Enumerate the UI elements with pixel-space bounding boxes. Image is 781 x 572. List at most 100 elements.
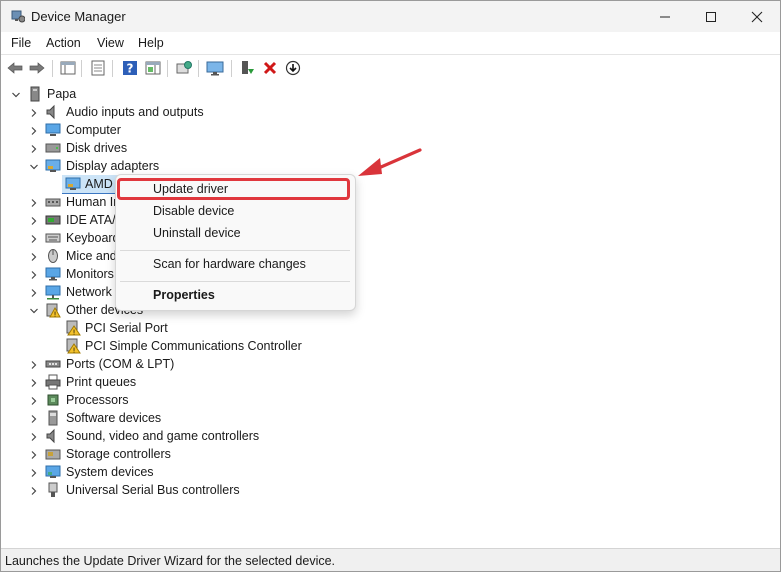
help-icon: ? <box>123 61 137 76</box>
chevron-right-icon[interactable] <box>29 431 39 441</box>
chevron-right-icon[interactable] <box>29 287 39 297</box>
help-button[interactable]: ? <box>121 59 139 77</box>
chevron-right-icon[interactable] <box>29 215 39 225</box>
tree-item-label: AMD <box>85 177 113 191</box>
svg-text:?: ? <box>127 62 134 76</box>
monitor-icon <box>206 61 224 76</box>
storage-icon <box>45 446 61 462</box>
network-icon <box>45 284 61 300</box>
context-menu-separator <box>120 281 350 282</box>
speaker-icon <box>45 428 61 444</box>
other-devices-icon: ! <box>45 302 61 319</box>
tree-item-label: Human Ir <box>66 195 118 209</box>
action-pane-button[interactable] <box>144 59 162 77</box>
forward-button[interactable] <box>28 59 46 77</box>
tree-item-label: System devices <box>66 465 154 479</box>
chevron-down-icon[interactable] <box>29 161 39 171</box>
software-icon <box>45 410 61 426</box>
tree-item-label: Universal Serial Bus controllers <box>66 483 240 497</box>
action-pane-icon <box>145 61 161 75</box>
cpu-icon <box>45 392 61 408</box>
warning-device-icon: ! <box>65 320 81 337</box>
back-button[interactable] <box>6 59 24 77</box>
chevron-right-icon[interactable] <box>29 125 39 135</box>
menu-scan-hardware[interactable]: Scan for hardware changes <box>153 257 306 271</box>
chevron-right-icon[interactable] <box>29 269 39 279</box>
download-icon <box>285 60 301 76</box>
ide-icon <box>45 212 61 228</box>
monitor-icon <box>45 266 61 282</box>
chevron-right-icon[interactable] <box>29 449 39 459</box>
hid-icon <box>45 194 61 210</box>
menu-help[interactable]: Help <box>138 36 164 50</box>
status-text: Launches the Update Driver Wizard for th… <box>5 554 336 568</box>
chevron-right-icon[interactable] <box>29 233 39 243</box>
svg-text:!: ! <box>54 311 57 319</box>
menu-file[interactable]: File <box>11 36 31 50</box>
tree-item-label: Display adapters <box>66 159 160 173</box>
chevron-right-icon[interactable] <box>29 197 39 207</box>
menu-action[interactable]: Action <box>46 36 81 50</box>
toolbar-separator <box>52 60 53 77</box>
minimize-button[interactable] <box>642 1 688 32</box>
tree-item-label: Software devices <box>66 411 162 425</box>
chevron-right-icon[interactable] <box>29 251 39 261</box>
menu-disable-device[interactable]: Disable device <box>153 204 234 218</box>
chevron-right-icon[interactable] <box>29 377 39 387</box>
menu-properties[interactable]: Properties <box>153 288 215 302</box>
enable-device-icon <box>242 61 254 74</box>
properties-button[interactable] <box>89 59 107 77</box>
speaker-icon <box>45 104 61 120</box>
tree-item-label: PCI Serial Port <box>85 321 168 335</box>
enable-device-button[interactable] <box>238 59 256 77</box>
toolbar-separator <box>167 60 168 77</box>
maximize-button[interactable] <box>688 1 734 32</box>
system-icon <box>45 464 61 480</box>
tree-item-label: Sound, video and game controllers <box>66 429 260 443</box>
warning-device-icon: ! <box>65 338 81 355</box>
tree-item-label: Ports (COM & LPT) <box>66 357 175 371</box>
menu-uninstall-device[interactable]: Uninstall device <box>153 226 241 240</box>
menu-view[interactable]: View <box>97 36 124 50</box>
chevron-right-icon[interactable] <box>29 107 39 117</box>
status-bar: Launches the Update Driver Wizard for th… <box>1 548 780 571</box>
uninstall-device-button[interactable] <box>261 59 279 77</box>
download-button[interactable] <box>284 59 302 77</box>
title-bar: Device Manager <box>1 1 780 32</box>
computer-icon <box>45 122 61 138</box>
uninstall-icon <box>263 61 277 75</box>
update-driver-highlight <box>117 178 350 200</box>
tree-item-label: Processors <box>66 393 129 407</box>
chevron-right-icon[interactable] <box>29 359 39 369</box>
usb-icon <box>45 482 61 498</box>
minimize-icon <box>660 16 670 17</box>
maximize-icon <box>706 11 716 22</box>
keyboard-icon <box>45 230 61 246</box>
properties-icon <box>91 60 105 76</box>
port-icon <box>45 356 61 372</box>
show-hide-console-tree-icon <box>60 61 76 75</box>
computer-tower-icon <box>27 86 43 102</box>
chevron-down-icon[interactable] <box>29 305 39 315</box>
chevron-right-icon[interactable] <box>29 467 39 477</box>
monitor-button[interactable] <box>206 59 224 77</box>
tree-item-label: Network a <box>66 285 123 299</box>
window-title: Device Manager <box>31 9 126 24</box>
svg-text:!: ! <box>73 329 76 337</box>
chevron-right-icon[interactable] <box>29 395 39 405</box>
display-icon <box>45 158 61 174</box>
chevron-down-icon[interactable] <box>11 89 21 99</box>
toolbar-separator <box>112 60 113 77</box>
mouse-icon <box>45 248 61 264</box>
tree-item-label: PCI Simple Communications Controller <box>85 339 302 353</box>
chevron-right-icon[interactable] <box>29 413 39 423</box>
close-button[interactable] <box>734 1 780 32</box>
chevron-right-icon[interactable] <box>29 485 39 495</box>
update-driver-icon <box>176 61 192 74</box>
scan-hardware-button[interactable] <box>175 59 193 77</box>
chevron-right-icon[interactable] <box>29 143 39 153</box>
console-tree-button[interactable] <box>59 59 77 77</box>
disk-icon <box>45 140 61 156</box>
tree-item-label: Computer <box>66 123 121 137</box>
tree-item-label: Monitors <box>66 267 114 281</box>
